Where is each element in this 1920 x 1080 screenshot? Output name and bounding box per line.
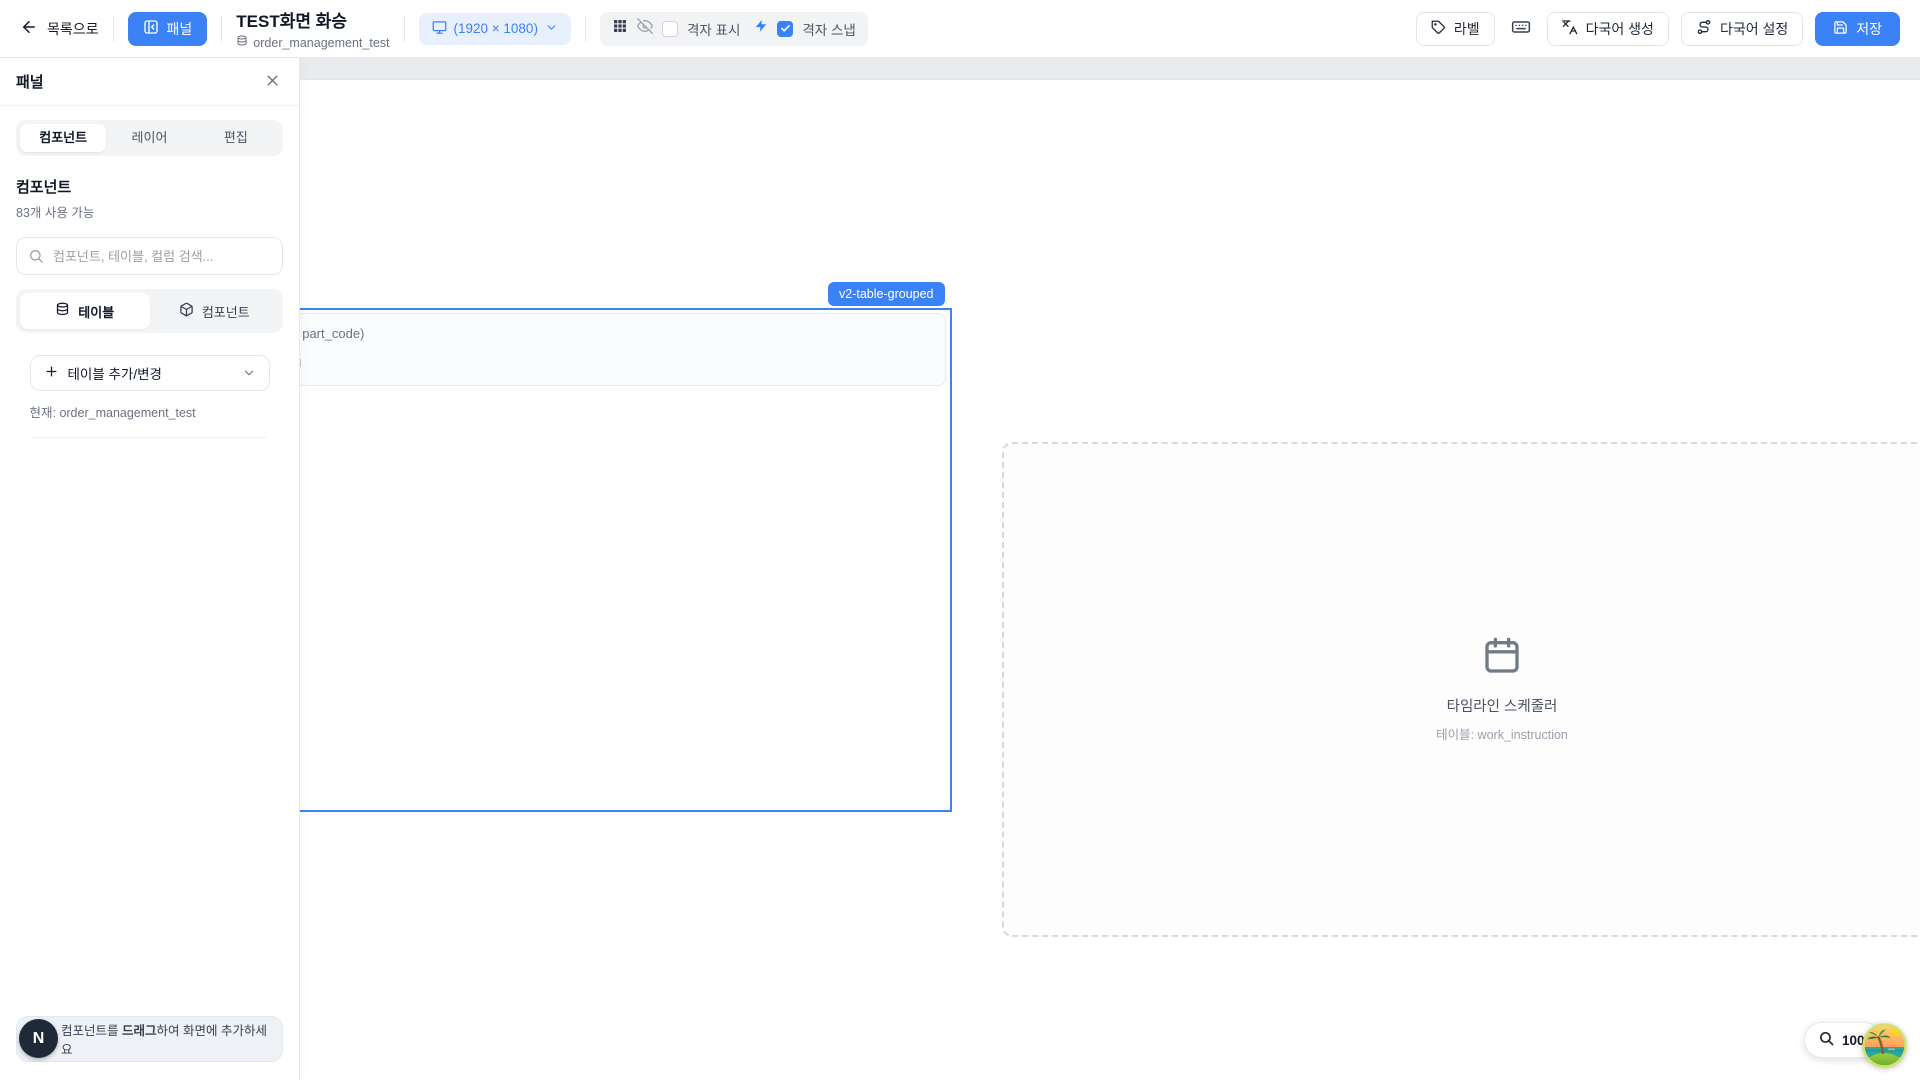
grid-snap-label: 격자 스냅 (802, 19, 855, 39)
grid-controls: 격자 표시 격자 스냅 (600, 12, 868, 46)
translate-icon (1562, 19, 1578, 38)
source-toggle: 테이블 컴포넌트 (16, 289, 283, 333)
hint-text: 컴포넌트를 (61, 1024, 122, 1038)
back-label: 목록으로 (47, 19, 99, 39)
resolution-value: (1920 × 1080) (454, 21, 538, 36)
timeline-scheduler-placeholder[interactable]: 타임라인 스케줄러 테이블: work_instruction (1002, 442, 1920, 937)
grid-icon (612, 18, 628, 39)
component-search (16, 237, 283, 275)
i18n-settings-text: 다국어 설정 (1720, 19, 1788, 39)
label-button[interactable]: 라벨 (1416, 12, 1495, 46)
save-button[interactable]: 저장 (1815, 12, 1900, 46)
floppy-disk-icon (1833, 20, 1848, 38)
component-search-input[interactable] (16, 237, 283, 275)
resolution-selector[interactable]: (1920 × 1080) (419, 13, 571, 45)
screen-title: TEST화면 화승 (236, 7, 389, 32)
label-button-text: 라벨 (1454, 19, 1480, 39)
panel-left-close-icon (143, 19, 159, 38)
keyboard-icon (1511, 17, 1531, 40)
calendar-icon (1482, 636, 1522, 681)
drag-hint: 컴포넌트를 드래그하여 화면에 추가하세요 N (16, 1016, 283, 1062)
arrow-left-icon (20, 18, 38, 39)
panel-title: 패널 (16, 71, 44, 92)
placeholder-title: 타임라인 스케줄러 (1447, 695, 1558, 716)
database-icon (236, 35, 248, 50)
components-section-title: 컴포넌트 (16, 176, 283, 197)
add-change-table-label: 테이블 추가/변경 (68, 363, 162, 383)
components-available-count: 83개 사용 가능 (16, 202, 283, 221)
segment-tables[interactable]: 테이블 (20, 293, 150, 329)
segment-components-label: 컴포넌트 (202, 302, 250, 321)
segment-tables-label: 테이블 (78, 302, 114, 321)
grid-snap-checkbox[interactable] (777, 21, 793, 37)
lightning-bolt-icon (754, 19, 768, 38)
magnifier-icon (1818, 1030, 1835, 1050)
add-change-table-dropdown[interactable]: 테이블 추가/변경 (30, 355, 270, 391)
panel-close-button[interactable] (262, 70, 283, 94)
toolbar-divider (585, 16, 586, 42)
panel-toggle-button[interactable]: 패널 (128, 12, 208, 46)
toolbar-divider (404, 16, 405, 42)
tab-edit[interactable]: 편집 (193, 124, 279, 152)
hint-text-bold: 드래그 (122, 1024, 157, 1038)
panel-tab-bar: 컴포넌트 레이어 편집 (16, 120, 283, 156)
toolbar: 목록으로 패널 TEST화면 화승 order_management_test (0, 0, 1920, 58)
i18n-generate-text: 다국어 생성 (1586, 19, 1654, 39)
table-header-text-fragment: : part_code) (295, 326, 364, 341)
screen-title-block: TEST화면 화승 order_management_test (236, 7, 389, 50)
selected-component-tag: v2-table-grouped (828, 282, 945, 306)
toolbar-divider (113, 16, 114, 42)
plus-icon (44, 364, 59, 382)
chevron-down-icon (242, 366, 256, 380)
cursor-avatar: N (19, 1019, 58, 1058)
i18n-settings-button[interactable]: 다국어 설정 (1681, 12, 1803, 46)
placeholder-table-ref: 테이블: work_instruction (1436, 724, 1568, 743)
segment-components[interactable]: 컴포넌트 (150, 293, 280, 329)
tab-layers[interactable]: 레이어 (106, 124, 192, 152)
tab-components[interactable]: 컴포넌트 (20, 124, 106, 152)
app-window: v2-table-grouped : part_code) g 타임라인 스케줄… (0, 0, 1920, 1080)
save-button-text: 저장 (1856, 19, 1882, 39)
package-icon (179, 302, 194, 320)
close-icon (264, 72, 281, 92)
eye-off-icon[interactable] (637, 18, 653, 39)
keyboard-shortcuts-button[interactable] (1507, 13, 1535, 44)
island-sticker (1862, 1023, 1907, 1068)
grid-display-checkbox[interactable] (662, 21, 678, 37)
chevron-down-icon (545, 21, 558, 37)
side-panel: 패널 컴포넌트 레이어 편집 컴포넌트 83개 사용 가능 (0, 58, 300, 1080)
monitor-icon (432, 20, 447, 38)
database-icon (55, 302, 70, 320)
toolbar-right-group: 라벨 다국어 생성 다국어 설정 (1416, 12, 1900, 46)
route-icon (1696, 19, 1712, 38)
panel-header: 패널 (0, 58, 299, 106)
screen-table-name: order_management_test (253, 36, 389, 50)
back-to-list-button[interactable]: 목록으로 (20, 18, 99, 39)
tag-icon (1431, 20, 1446, 38)
grid-display-label: 격자 표시 (687, 19, 740, 39)
toolbar-divider (221, 16, 222, 42)
panel-button-label: 패널 (167, 19, 193, 39)
current-table-label: 현재: order_management_test (30, 402, 270, 421)
i18n-generate-button[interactable]: 다국어 생성 (1547, 12, 1669, 46)
